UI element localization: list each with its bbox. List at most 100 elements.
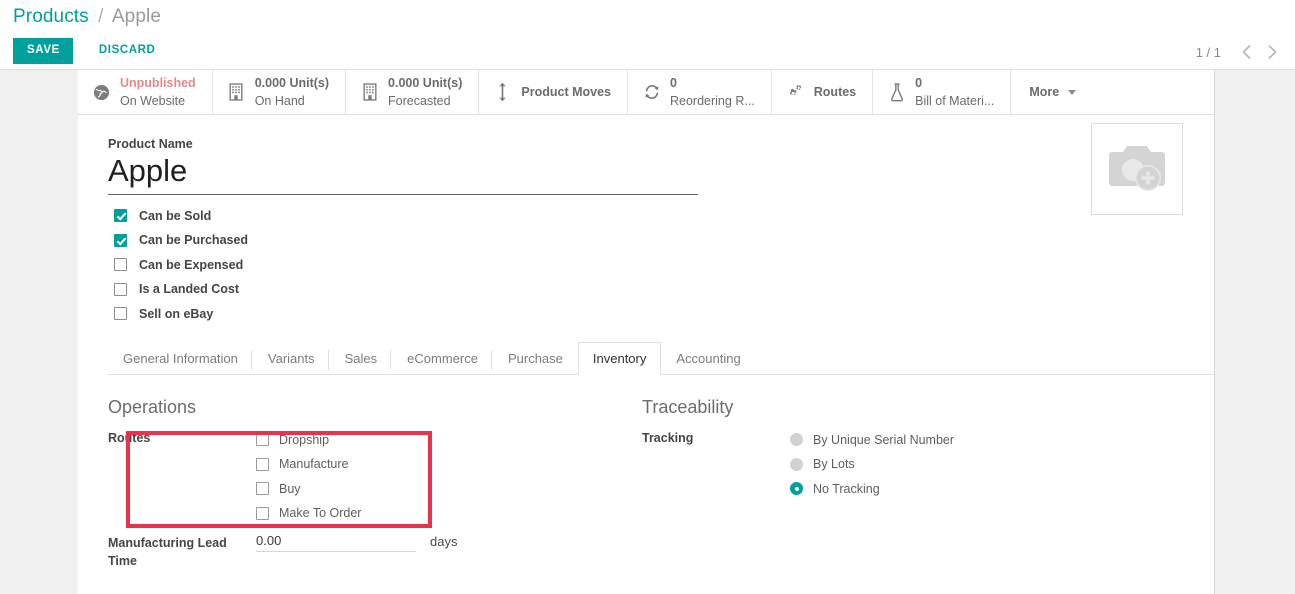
stat-label-reordering: Reordering R... xyxy=(670,94,755,108)
discard-button[interactable]: DISCARD xyxy=(87,38,168,64)
tab-ecommerce[interactable]: eCommerce xyxy=(392,342,493,375)
by-unique-serial-number-radio[interactable] xyxy=(790,433,803,447)
building-icon xyxy=(360,83,379,101)
stat-button-bar: Unpublished On Website 0.000 Unit(s) On … xyxy=(78,70,1215,115)
route-option-dropship[interactable]: Dropship xyxy=(256,428,642,453)
stat-button-on-hand-text: 0.000 Unit(s) On Hand xyxy=(255,74,329,110)
can-be-sold-checkbox[interactable] xyxy=(114,209,127,223)
no-tracking-radio[interactable] xyxy=(790,482,803,496)
by-lots-label: By Lots xyxy=(813,457,855,472)
buy-label: Buy xyxy=(279,481,301,496)
flag-row-can-be-purchased[interactable]: Can be Purchased xyxy=(108,228,1185,253)
manufacturing-lead-time-input[interactable] xyxy=(256,531,416,552)
stat-button-product-moves[interactable]: Product Moves xyxy=(479,70,628,114)
stat-button-website-text: Unpublished On Website xyxy=(120,74,196,110)
dropship-label: Dropship xyxy=(279,432,330,447)
operations-group: Operations Routes Dropship Manufacture B… xyxy=(108,397,642,570)
route-option-manufacture[interactable]: Manufacture xyxy=(256,452,642,477)
stat-value-bom: 0 xyxy=(915,76,923,91)
manufacturing-lead-time-field: Manufacturing Lead Time days xyxy=(108,531,642,570)
breadcrumb-root-link[interactable]: Products xyxy=(13,6,89,27)
inventory-tab-content: Operations Routes Dropship Manufacture B… xyxy=(78,375,1215,570)
gears-icon xyxy=(786,83,805,101)
can-be-purchased-label: Can be Purchased xyxy=(139,233,249,248)
tab-sales[interactable]: Sales xyxy=(330,342,393,375)
stat-value-website: Unpublished xyxy=(120,76,196,91)
stat-label-on-hand: On Hand xyxy=(254,94,305,108)
make-to-order-checkbox[interactable] xyxy=(256,506,269,520)
stat-button-website[interactable]: Unpublished On Website xyxy=(78,70,213,114)
arrows-vertical-icon xyxy=(493,82,512,102)
routes-field: Routes Dropship Manufacture Buy Make To … xyxy=(108,428,642,526)
record-pager: 1 / 1 xyxy=(1196,40,1285,64)
flag-row-is-a-landed-cost[interactable]: Is a Landed Cost xyxy=(108,277,1185,302)
chevron-right-icon[interactable] xyxy=(1259,40,1285,64)
flag-row-can-be-expensed[interactable]: Can be Expensed xyxy=(108,253,1185,278)
operations-title: Operations xyxy=(108,397,197,418)
buy-checkbox[interactable] xyxy=(256,482,269,496)
no-tracking-label: No Tracking xyxy=(813,481,880,496)
tracking-label: Tracking xyxy=(642,430,694,445)
save-button[interactable]: SAVE xyxy=(13,38,73,64)
stat-value-reordering: 0 xyxy=(670,76,677,91)
form-sheet-inner: Unpublished On Website 0.000 Unit(s) On … xyxy=(78,70,1215,594)
tab-general-information[interactable]: General Information xyxy=(108,342,253,375)
stat-button-routes[interactable]: Routes xyxy=(772,70,874,114)
dropship-checkbox[interactable] xyxy=(256,433,269,447)
breadcrumb: Products / Apple xyxy=(13,6,161,28)
tab-purchase[interactable]: Purchase xyxy=(493,342,578,375)
refresh-icon xyxy=(642,83,661,101)
stat-button-on-hand[interactable]: 0.000 Unit(s) On Hand xyxy=(213,70,347,114)
stat-label-forecasted: Forecasted xyxy=(388,94,451,108)
tracking-options: By Unique Serial Number By Lots No Track… xyxy=(790,428,1176,502)
sell-on-ebay-checkbox[interactable] xyxy=(114,307,127,321)
is-a-landed-cost-label: Is a Landed Cost xyxy=(139,282,240,297)
product-flags-list: Can be Sold Can be Purchased Can be Expe… xyxy=(108,204,1185,327)
manufacture-checkbox[interactable] xyxy=(256,457,269,471)
form-notebook-tabs: General Information Variants Sales eComm… xyxy=(108,342,1215,376)
by-lots-radio[interactable] xyxy=(790,457,803,471)
tab-variants[interactable]: Variants xyxy=(253,342,330,375)
product-name-label: Product Name xyxy=(108,137,193,151)
route-option-buy[interactable]: Buy xyxy=(256,477,642,502)
tracking-option-lots[interactable]: By Lots xyxy=(790,452,1176,477)
control-panel: Products / Apple SAVE DISCARD 1 / 1 xyxy=(0,0,1295,70)
stat-value-on-hand: 0.000 Unit(s) xyxy=(254,76,330,91)
stat-button-reordering-rules[interactable]: 0 Reordering R... xyxy=(628,70,772,114)
flag-row-can-be-sold[interactable]: Can be Sold xyxy=(108,204,1185,229)
stat-button-bill-of-materials[interactable]: 0 Bill of Materi... xyxy=(873,70,1012,114)
product-name-input[interactable] xyxy=(108,153,698,195)
route-option-make-to-order[interactable]: Make To Order xyxy=(256,501,642,526)
flag-row-sell-on-ebay[interactable]: Sell on eBay xyxy=(108,302,1185,327)
flask-icon xyxy=(887,82,906,102)
manufacture-label: Manufacture xyxy=(279,457,349,472)
traceability-title: Traceability xyxy=(642,397,734,418)
tracking-field: Tracking By Unique Serial Number By Lots xyxy=(642,428,1176,502)
can-be-expensed-checkbox[interactable] xyxy=(114,258,127,272)
stat-button-forecasted-text: 0.000 Unit(s) Forecasted xyxy=(388,74,462,110)
is-a-landed-cost-checkbox[interactable] xyxy=(114,282,127,296)
manufacturing-lead-time-unit: days xyxy=(430,533,458,549)
form-action-buttons: SAVE DISCARD xyxy=(13,38,167,64)
sell-on-ebay-label: Sell on eBay xyxy=(139,306,214,321)
stat-label-bom: Bill of Materi... xyxy=(915,94,995,108)
more-stat-buttons-dropdown[interactable]: More xyxy=(1011,70,1094,114)
chevron-left-icon[interactable] xyxy=(1233,40,1259,64)
stat-button-reordering-text: 0 Reordering R... xyxy=(670,74,755,110)
product-image-placeholder[interactable] xyxy=(1091,123,1183,215)
can-be-purchased-checkbox[interactable] xyxy=(114,233,127,247)
stat-button-forecasted[interactable]: 0.000 Unit(s) Forecasted xyxy=(346,70,480,114)
tracking-option-none[interactable]: No Tracking xyxy=(790,477,1176,502)
make-to-order-label: Make To Order xyxy=(279,506,362,521)
pager-count: 1 / 1 xyxy=(1195,44,1221,60)
camera-add-icon xyxy=(1106,142,1168,196)
tab-inventory[interactable]: Inventory xyxy=(577,342,662,376)
form-area: Unpublished On Website 0.000 Unit(s) On … xyxy=(0,70,1295,594)
stat-value-forecasted: 0.000 Unit(s) xyxy=(388,76,463,91)
routes-label: Routes xyxy=(108,430,151,445)
building-icon xyxy=(227,83,246,101)
tab-accounting[interactable]: Accounting xyxy=(661,342,755,375)
by-unique-serial-number-label: By Unique Serial Number xyxy=(813,432,955,447)
traceability-group: Traceability Tracking By Unique Serial N… xyxy=(642,397,1176,570)
tracking-option-serial[interactable]: By Unique Serial Number xyxy=(790,428,1176,453)
